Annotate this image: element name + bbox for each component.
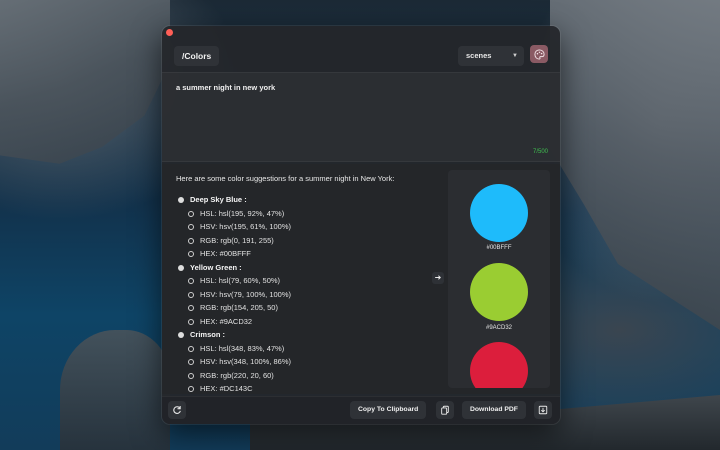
color-name: Yellow Green :	[178, 261, 428, 275]
color-hsl: HSL: hsl(79, 60%, 50%)	[178, 274, 428, 288]
app-window: /Colors scenes ▼ a summer night in new y…	[162, 26, 560, 424]
mode-select[interactable]: scenes ▼	[458, 46, 524, 66]
color-hsv: HSV: hsv(79, 100%, 100%)	[178, 288, 428, 302]
result-panel: Here are some color suggestions for a su…	[162, 164, 560, 394]
color-hex: HEX: #DC143C	[178, 382, 428, 396]
background-cliff-left	[0, 0, 170, 164]
color-hsv: HSV: hsv(348, 100%, 86%)	[178, 355, 428, 369]
prompt-input-area[interactable]: a summer night in new york 7/500	[162, 72, 560, 162]
copy-to-clipboard-button[interactable]: Copy To Clipboard	[350, 401, 427, 419]
refresh-icon	[173, 406, 181, 414]
close-window-button[interactable]	[166, 29, 173, 36]
color-swatch[interactable]	[470, 342, 528, 388]
download-icon-button[interactable]	[534, 401, 552, 419]
swatch-label: #9ACD32	[485, 325, 512, 331]
background-rock	[60, 330, 170, 450]
color-hsl: HSL: hsl(195, 92%, 47%)	[178, 207, 428, 221]
result-intro: Here are some color suggestions for a su…	[176, 174, 395, 183]
color-name: Deep Sky Blue :	[178, 193, 428, 207]
command-button[interactable]: /Colors	[174, 46, 220, 66]
character-counter: 7/500	[532, 149, 548, 155]
color-swatch[interactable]	[470, 263, 528, 321]
arrow-right-icon[interactable]: ➜	[432, 272, 444, 284]
refresh-button[interactable]	[168, 401, 186, 419]
color-rgb: RGB: rgb(154, 205, 50)	[178, 301, 428, 315]
background-cliff-right	[550, 0, 720, 330]
prompt-text[interactable]: a summer night in new york	[176, 83, 275, 92]
header-bar: /Colors scenes ▼	[172, 44, 550, 68]
color-name: Crimson :	[178, 328, 428, 342]
swatch-label: #00BFFF	[486, 245, 512, 251]
copy-icon-button[interactable]	[436, 401, 454, 419]
color-rgb: RGB: rgb(0, 191, 255)	[178, 234, 428, 248]
footer-bar: Copy To Clipboard Download PDF	[162, 396, 560, 424]
copy-icon	[441, 405, 449, 415]
color-swatch[interactable]	[470, 184, 528, 242]
chevron-down-icon: ▼	[512, 53, 518, 59]
swatch-panel: #00BFFF #9ACD32	[448, 170, 550, 388]
mode-select-value: scenes	[466, 51, 492, 60]
color-hex: HEX: #9ACD32	[178, 315, 428, 329]
color-rgb: RGB: rgb(220, 20, 60)	[178, 369, 428, 383]
color-hsv: HSV: hsv(195, 61%, 100%)	[178, 220, 428, 234]
palette-button[interactable]	[530, 45, 548, 63]
color-list: Deep Sky Blue : HSL: hsl(195, 92%, 47%) …	[178, 193, 428, 396]
download-icon	[538, 405, 548, 415]
color-hsl: HSL: hsl(348, 83%, 47%)	[178, 342, 428, 356]
download-pdf-button[interactable]: Download PDF	[462, 401, 526, 419]
palette-icon	[533, 48, 545, 60]
color-hex: HEX: #00BFFF	[178, 247, 428, 261]
